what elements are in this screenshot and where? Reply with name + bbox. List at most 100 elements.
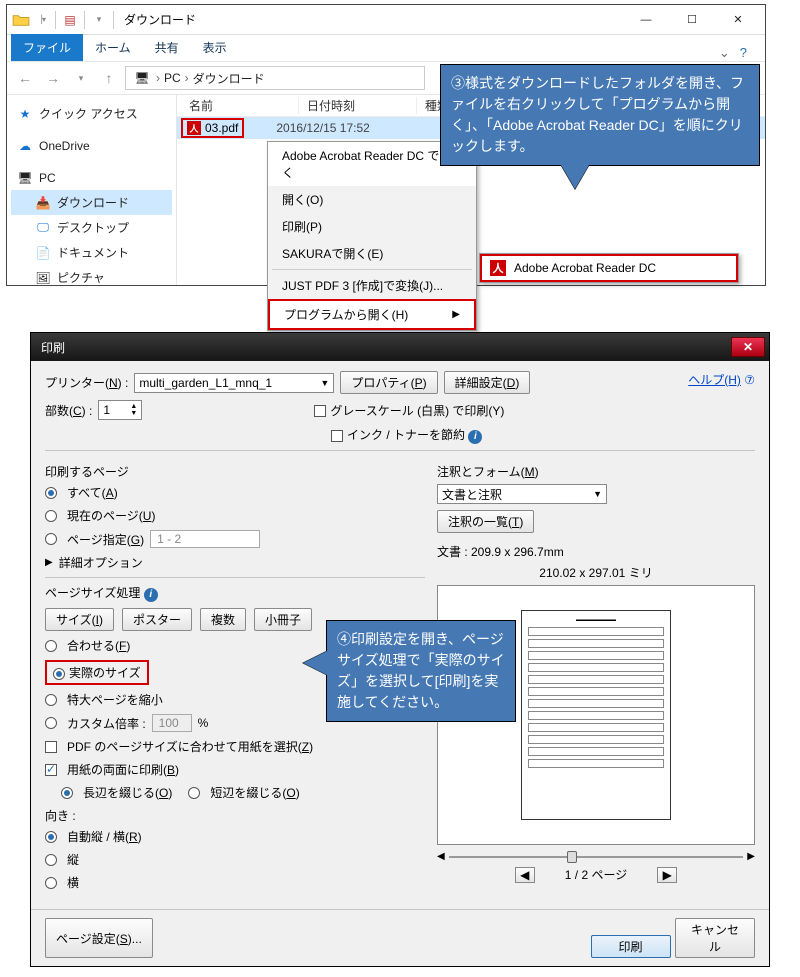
download-folder-icon: 📥 [35, 195, 51, 211]
chevron-down-icon: ▼ [593, 489, 602, 499]
expand-icon[interactable]: ▶ [45, 557, 53, 568]
context-menu: Adobe Acrobat Reader DC で開く 開く(O) 印刷(P) … [267, 141, 477, 331]
tabs-dropdown-icon[interactable]: ▾ [89, 10, 109, 30]
instruction-callout-4: ④印刷設定を開き、ページサイズ処理で「実際のサイズ」を選択して[印刷]を実施して… [326, 620, 516, 722]
tab-share[interactable]: 共有 [143, 34, 191, 61]
spin-down-icon[interactable]: ▼ [130, 410, 137, 417]
scale-input[interactable]: 100 [152, 714, 192, 732]
more-options[interactable]: 詳細オプション [59, 554, 143, 571]
grayscale-checkbox[interactable] [314, 405, 326, 417]
pages-group-label: 印刷するページ [45, 463, 425, 480]
preview-page: ▬▬▬▬▬▬▬▬ [521, 610, 671, 820]
zoom-slider[interactable]: ◀▶ [437, 851, 755, 862]
forward-button[interactable]: → [41, 66, 65, 90]
sidebar-onedrive[interactable]: ☁OneDrive [11, 134, 172, 158]
sidebar-quick-access[interactable]: ★クイック アクセス [11, 101, 172, 126]
nav-sidebar: ★クイック アクセス ☁OneDrive 🖥PC 📥ダウンロード 🖵デスクトップ… [7, 95, 177, 285]
sidebar-desktop[interactable]: 🖵デスクトップ [11, 215, 172, 240]
sidebar-pc[interactable]: 🖥PC [11, 166, 172, 190]
up-button[interactable]: ↑ [97, 66, 121, 90]
radio-actual-size[interactable] [53, 668, 65, 680]
sidebar-downloads[interactable]: 📥ダウンロード [11, 190, 172, 215]
radio-auto-orient[interactable] [45, 831, 57, 843]
cm-open-with[interactable]: プログラムから開く(H) ▶ [268, 299, 476, 330]
pdf-icon: 人 [187, 121, 201, 135]
properties-button[interactable]: プロパティ(P) [340, 371, 437, 394]
breadcrumb-folder[interactable]: ダウンロード [193, 70, 265, 87]
breadcrumb[interactable]: 🖥 › PC › ダウンロード [125, 66, 425, 90]
radio-fit[interactable] [45, 640, 57, 652]
star-icon: ★ [17, 106, 33, 122]
chevron-right-icon: ▶ [452, 309, 460, 320]
tab-home[interactable]: ホーム [83, 34, 143, 61]
radio-shrink-oversize[interactable] [45, 694, 57, 706]
col-date[interactable]: 日付時刻 [301, 97, 417, 114]
cancel-button[interactable]: キャンセル [675, 918, 755, 958]
col-name[interactable]: 名前 [183, 97, 299, 114]
tab-view[interactable]: 表示 [191, 34, 239, 61]
maximize-button[interactable]: ☐ [669, 5, 715, 35]
breadcrumb-pc[interactable]: PC [164, 71, 181, 85]
dropdown-icon[interactable]: ▕▾ [31, 10, 51, 30]
info-icon[interactable]: i [144, 588, 158, 602]
cm-print[interactable]: 印刷(P) [268, 213, 476, 240]
open-with-submenu: 人 Adobe Acrobat Reader DC [479, 253, 739, 283]
booklet-button[interactable]: 小冊子 [254, 608, 312, 631]
pdf-page-size-checkbox[interactable] [45, 741, 57, 753]
annotations-select[interactable]: 文書と注釈▼ [437, 484, 607, 504]
cm-justpdf[interactable]: JUST PDF 3 [作成]で変換(J)... [268, 272, 476, 299]
doc-size: 文書 : 209.9 x 296.7mm [437, 543, 755, 560]
pc-icon: 🖥 [17, 170, 33, 186]
radio-all[interactable] [45, 487, 57, 499]
back-button[interactable]: ← [13, 66, 37, 90]
cm-open[interactable]: 開く(O) [268, 186, 476, 213]
file-date: 2016/12/15 17:52 [246, 121, 369, 135]
radio-current[interactable] [45, 510, 57, 522]
picture-icon: 🖼 [35, 270, 51, 286]
radio-portrait[interactable] [45, 854, 57, 866]
ribbon-chevron-icon[interactable]: ⌄ [719, 45, 730, 61]
pc-icon: 🖥 [132, 68, 152, 88]
submenu-adobe[interactable]: 人 Adobe Acrobat Reader DC [480, 254, 738, 282]
info-icon[interactable]: i [468, 430, 482, 444]
dialog-close-button[interactable]: ✕ [731, 337, 765, 357]
save-ink-checkbox[interactable] [331, 430, 343, 442]
tab-file[interactable]: ファイル [11, 34, 83, 61]
document-icon: 📄 [35, 245, 51, 261]
annotations-list-button[interactable]: 注釈の一覧(T) [437, 510, 534, 533]
radio-long-edge[interactable] [61, 787, 73, 799]
spin-up-icon[interactable]: ▲ [130, 403, 137, 410]
minimize-button[interactable]: — [623, 5, 669, 35]
radio-custom-scale[interactable] [45, 717, 57, 729]
print-button[interactable]: 印刷 [591, 935, 671, 958]
window-title: ダウンロード [124, 11, 196, 28]
properties-icon[interactable]: ▤ [60, 10, 80, 30]
history-dropdown[interactable]: ▾ [69, 66, 93, 90]
prev-page-button[interactable]: ◀ [515, 867, 535, 883]
cloud-icon: ☁ [17, 138, 33, 154]
folder-icon [11, 10, 31, 30]
poster-button[interactable]: ポスター [122, 608, 192, 631]
sidebar-documents[interactable]: 📄ドキュメント [11, 240, 172, 265]
adobe-icon: 人 [490, 260, 506, 276]
close-button[interactable]: ✕ [715, 5, 761, 35]
radio-range[interactable] [45, 533, 57, 545]
dialog-title: 印刷 [35, 339, 65, 356]
multi-button[interactable]: 複数 [200, 608, 246, 631]
ribbon-help-icon[interactable]: ? [740, 45, 747, 61]
printer-select[interactable]: multi_garden_L1_mnq_1▼ [134, 373, 334, 393]
page-setup-button[interactable]: ページ設定(S)... [45, 918, 153, 958]
help-link[interactable]: ヘルプ(H) [688, 373, 741, 387]
advanced-button[interactable]: 詳細設定(D) [444, 371, 531, 394]
desktop-icon: 🖵 [35, 220, 51, 236]
duplex-checkbox[interactable] [45, 764, 57, 776]
printer-label: プリンター(N) : [45, 374, 128, 391]
size-button[interactable]: サイズ(I) [45, 608, 114, 631]
cm-sakura[interactable]: SAKURAで開く(E) [268, 240, 476, 267]
radio-short-edge[interactable] [188, 787, 200, 799]
sidebar-pictures[interactable]: 🖼ピクチャ [11, 265, 172, 285]
next-page-button[interactable]: ▶ [657, 867, 677, 883]
copies-spinner[interactable]: 1 ▲▼ [98, 400, 142, 420]
radio-landscape[interactable] [45, 877, 57, 889]
range-input[interactable]: 1 - 2 [150, 530, 260, 548]
